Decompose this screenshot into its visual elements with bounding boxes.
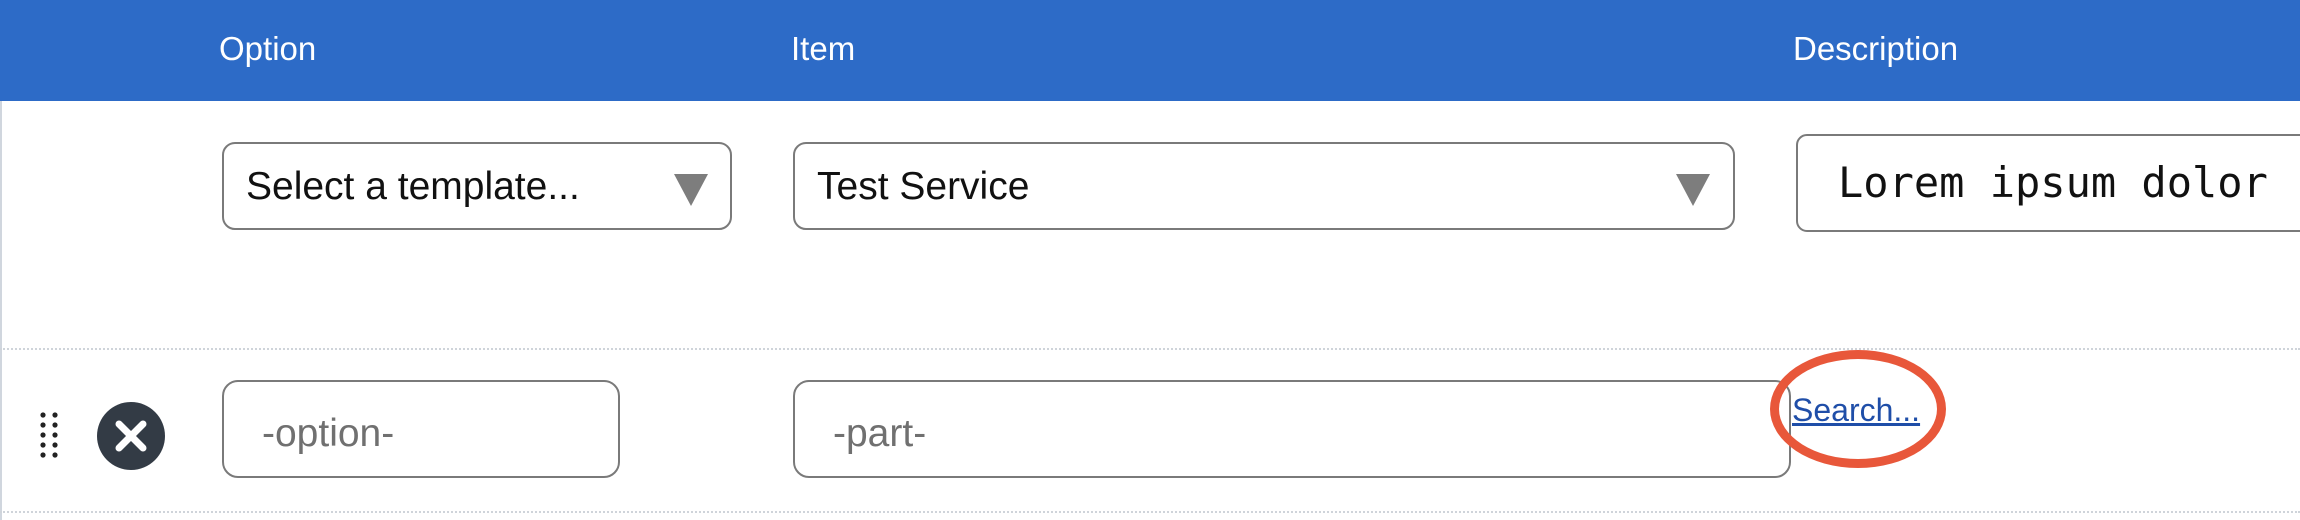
dropdown-arrow-icon xyxy=(674,174,708,206)
template-select[interactable]: Select a template... xyxy=(222,142,732,230)
description-field[interactable]: Lorem ipsum dolor xyxy=(1796,134,2300,232)
template-select-value: Select a template... xyxy=(246,165,580,208)
table-left-border xyxy=(0,101,2,520)
column-header-description: Description xyxy=(1793,30,1959,67)
option-input[interactable]: -option- xyxy=(222,380,620,478)
column-header-item: Item xyxy=(791,30,856,67)
row-divider xyxy=(0,511,2300,513)
part-placeholder: -part- xyxy=(833,412,927,455)
item-select-value: Test Service xyxy=(817,165,1030,208)
remove-row-button[interactable] xyxy=(97,402,165,470)
row-divider xyxy=(0,348,2300,350)
highlight-annotation xyxy=(1770,350,1946,468)
column-header-option: Option xyxy=(219,30,317,67)
close-icon xyxy=(115,420,147,452)
drag-handle-icon[interactable] xyxy=(38,410,62,458)
item-select[interactable]: Test Service xyxy=(793,142,1735,230)
part-input[interactable]: -part- xyxy=(793,380,1791,478)
option-placeholder: -option- xyxy=(262,412,395,455)
table-header: Option Item Description xyxy=(0,0,2300,101)
dropdown-arrow-icon xyxy=(1676,174,1710,206)
description-value: Lorem ipsum dolor xyxy=(1838,158,2268,207)
